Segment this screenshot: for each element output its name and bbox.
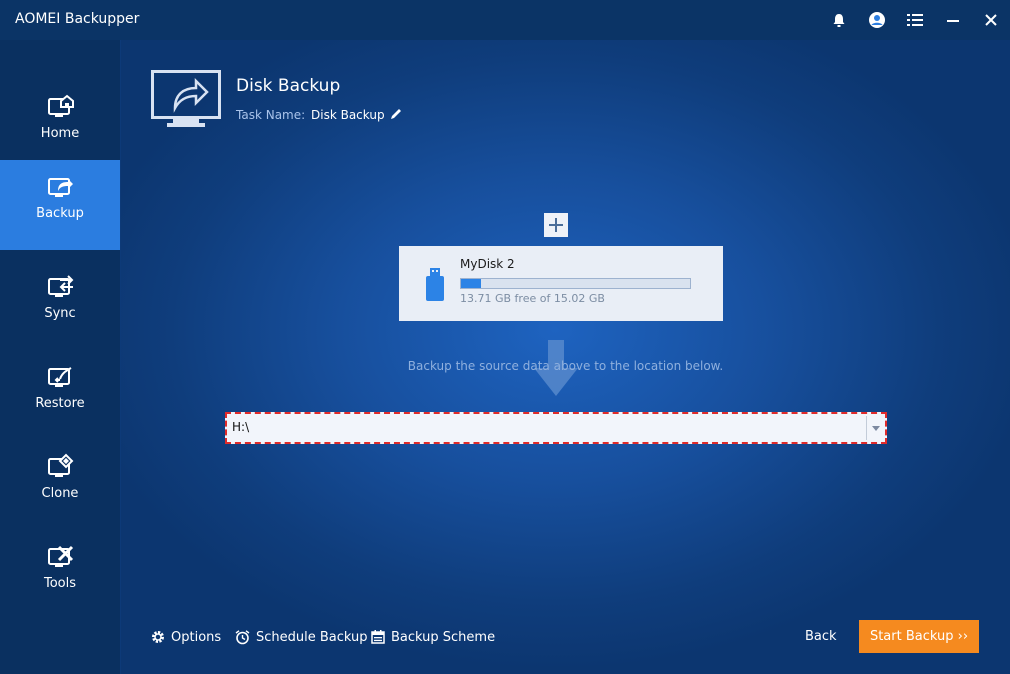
- start-backup-button[interactable]: Start Backup ››: [859, 620, 979, 653]
- destination-path-value[interactable]: H:\: [232, 420, 249, 434]
- sidebar-item-clone[interactable]: Clone: [0, 440, 120, 530]
- sidebar-item-label: Restore: [35, 396, 85, 411]
- page-title: Disk Backup: [236, 76, 341, 96]
- disk-usage-fill: [461, 279, 481, 288]
- add-source-button[interactable]: [544, 213, 568, 237]
- back-button[interactable]: Back: [805, 629, 837, 644]
- sidebar-item-sync[interactable]: Sync: [0, 260, 120, 350]
- sync-icon: [48, 275, 74, 297]
- app-window: AOMEI Backupper Home Backup Sync Restore…: [0, 0, 1010, 674]
- menu-icon[interactable]: [896, 0, 934, 40]
- source-disk-card[interactable]: MyDisk 2 13.71 GB free of 15.02 GB: [399, 246, 723, 321]
- sidebar-item-tools[interactable]: Tools: [0, 530, 120, 620]
- clone-icon: [48, 453, 74, 477]
- disk-usage-bar: [460, 278, 691, 289]
- app-title: AOMEI Backupper: [15, 11, 140, 27]
- usb-drive-icon: [426, 268, 444, 301]
- source-disk-name: MyDisk 2: [460, 257, 515, 271]
- chevron-down-icon: [872, 425, 880, 431]
- minimize-icon[interactable]: [934, 0, 972, 40]
- backup-scheme-label: Backup Scheme: [391, 629, 496, 645]
- disk-free-text: 13.71 GB free of 15.02 GB: [460, 292, 605, 305]
- options-link[interactable]: Options: [151, 629, 221, 645]
- sidebar-item-label: Backup: [36, 206, 84, 221]
- sidebar-item-label: Sync: [44, 306, 76, 321]
- sidebar-item-label: Tools: [43, 576, 77, 591]
- plus-icon: [549, 218, 563, 232]
- options-label: Options: [171, 629, 222, 645]
- sidebar-item-restore[interactable]: Restore: [0, 350, 120, 440]
- backup-scheme-link[interactable]: Backup Scheme: [371, 629, 495, 645]
- edit-pencil-icon[interactable]: [389, 107, 403, 121]
- main-panel: Disk Backup Task Name: Disk Backup MyDis…: [121, 40, 1010, 674]
- sidebar-item-home[interactable]: Home: [0, 80, 120, 170]
- title-bar: AOMEI Backupper: [0, 0, 1010, 40]
- sidebar-item-label: Home: [40, 126, 80, 141]
- disk-backup-monitor-icon: [151, 70, 221, 127]
- clock-icon: [235, 629, 250, 644]
- title-bar-controls: [820, 0, 1010, 40]
- close-icon[interactable]: [972, 0, 1010, 40]
- task-name-label: Task Name:: [236, 108, 306, 122]
- gear-icon: [152, 631, 164, 643]
- schedule-backup-link[interactable]: Schedule Backup: [235, 629, 368, 645]
- backup-icon: [48, 178, 73, 197]
- destination-path-combobox[interactable]: H:\: [225, 412, 887, 444]
- sidebar-item-backup[interactable]: Backup: [0, 160, 120, 250]
- destination-dropdown-button[interactable]: [866, 416, 885, 440]
- task-name-value: Disk Backup: [311, 108, 385, 122]
- sidebar-item-label: Clone: [41, 486, 79, 501]
- user-icon[interactable]: [858, 0, 896, 40]
- schedule-backup-label: Schedule Backup: [256, 629, 368, 645]
- home-icon: [48, 94, 74, 117]
- sidebar: Home Backup Sync Restore Clone Tools: [0, 40, 120, 674]
- restore-icon: [48, 367, 72, 387]
- calendar-icon: [371, 630, 385, 644]
- backup-hint-text: Backup the source data above to the loca…: [407, 359, 724, 373]
- tools-icon: [48, 545, 74, 567]
- bell-icon[interactable]: [820, 0, 858, 40]
